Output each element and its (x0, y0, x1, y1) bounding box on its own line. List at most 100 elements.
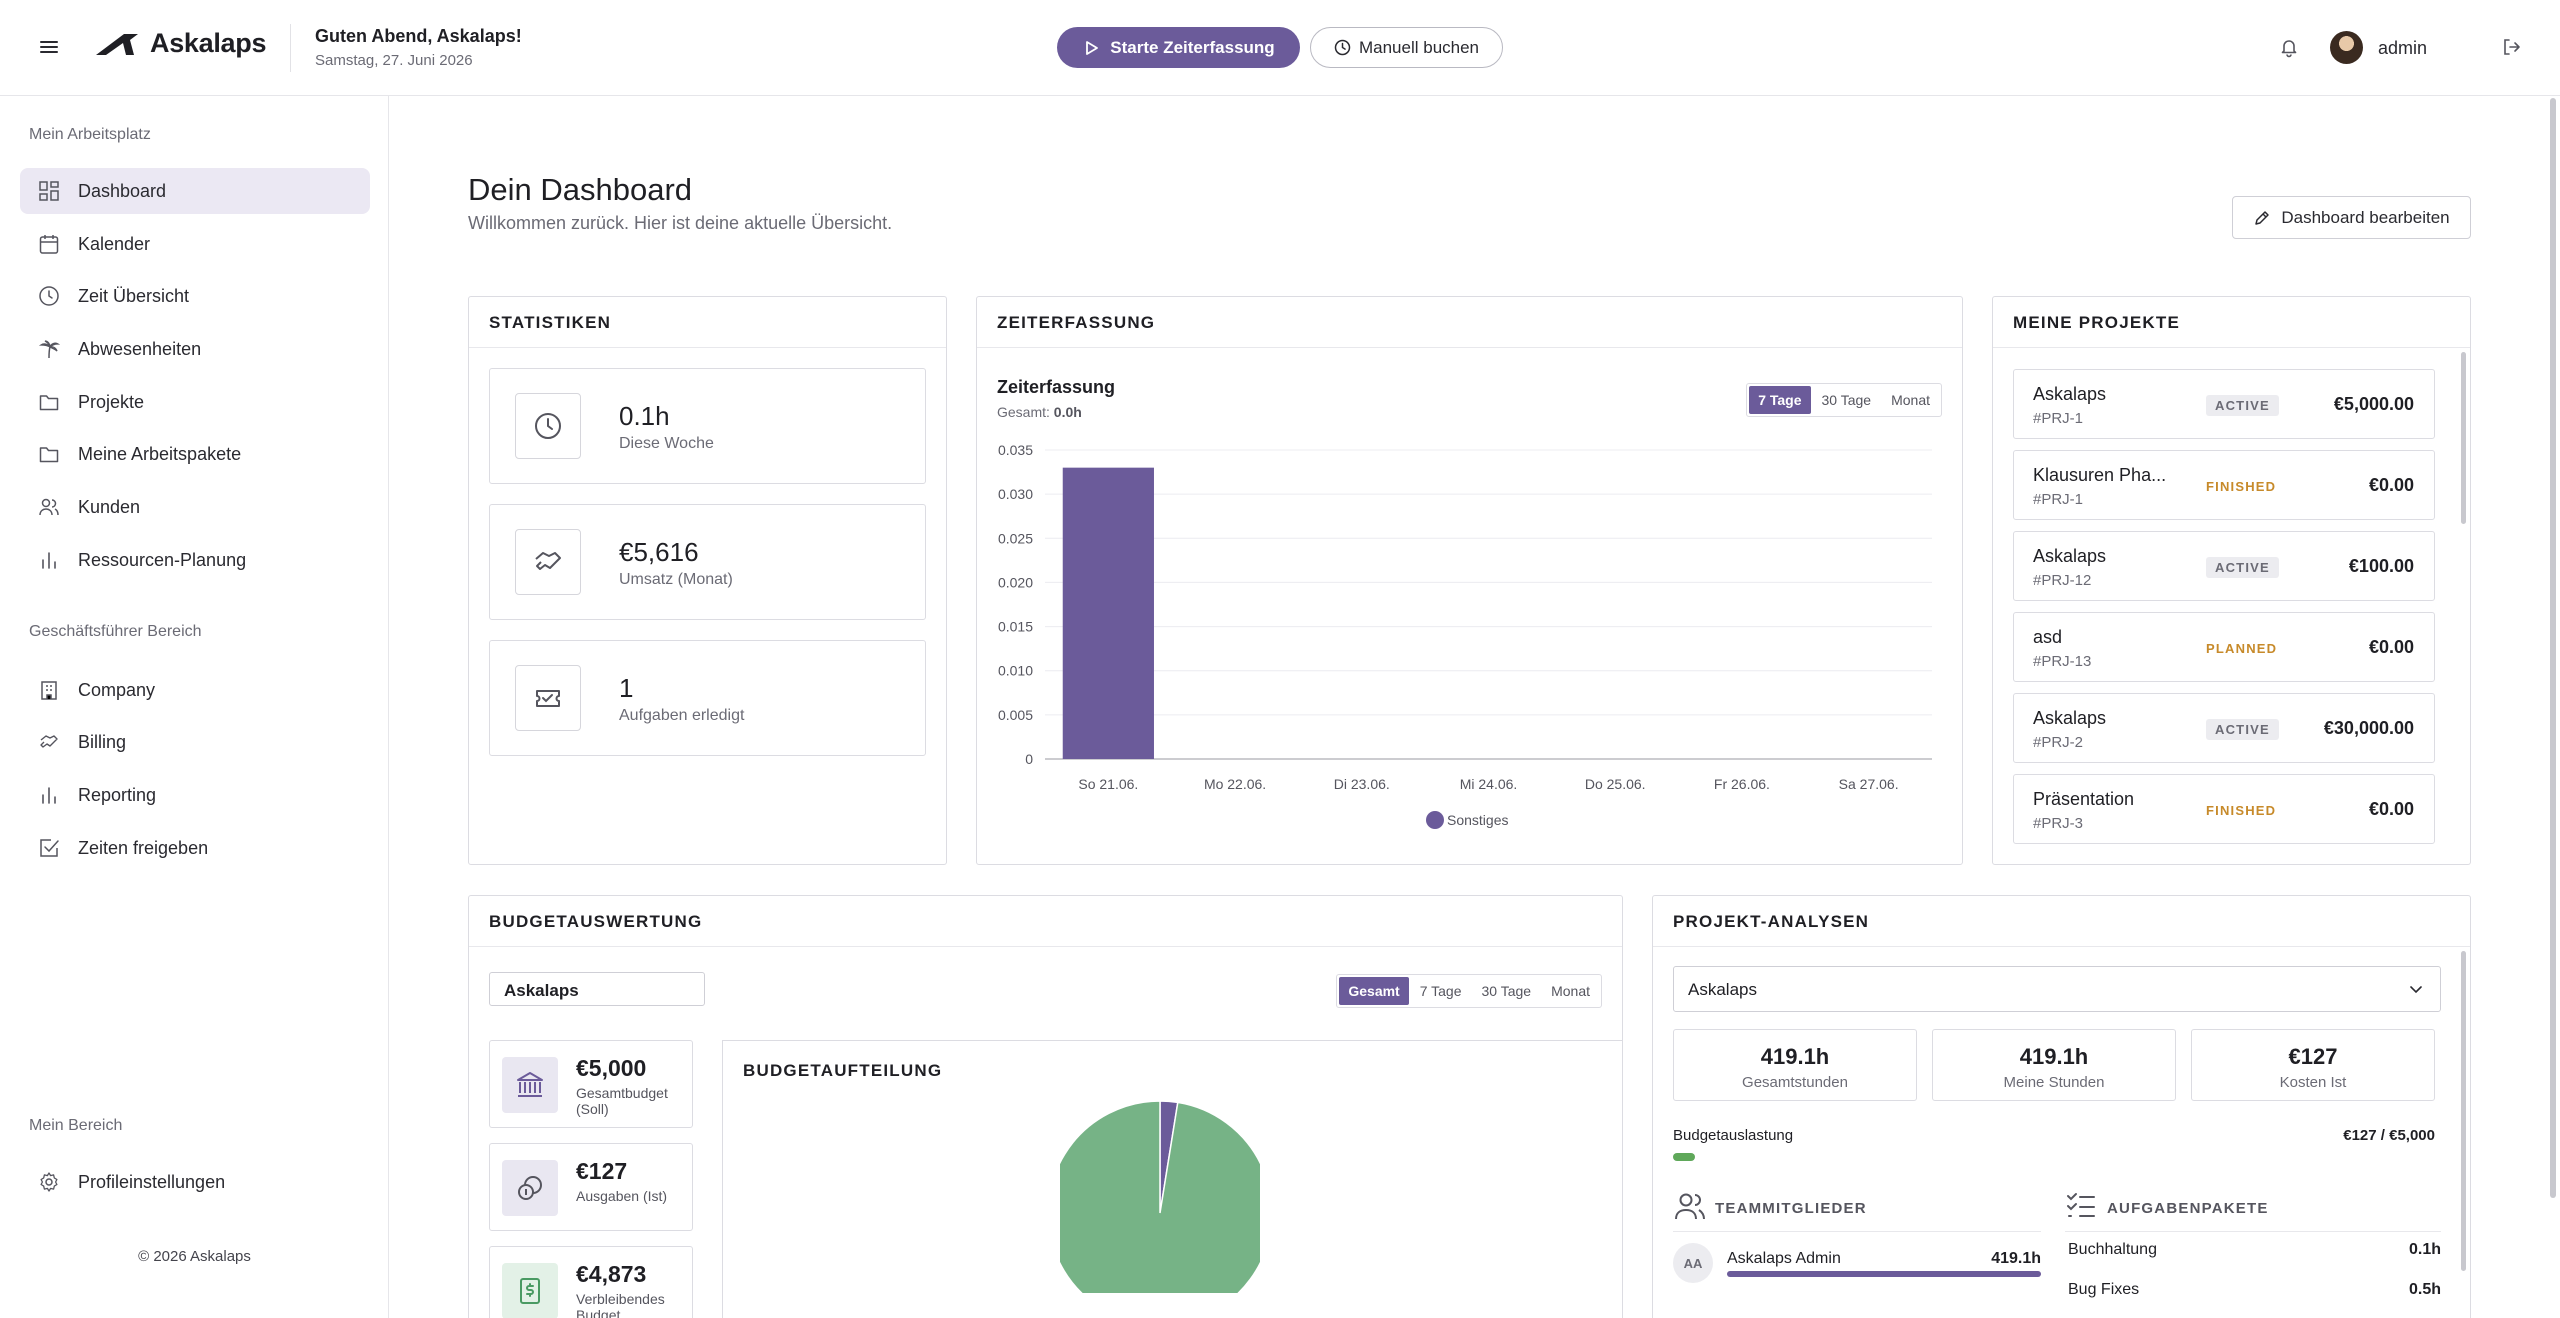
project-list-item[interactable]: Askalaps #PRJ-1 ACTIVE €5,000.00 (2013, 369, 2435, 439)
project-list-item[interactable]: Askalaps #PRJ-2 ACTIVE €30,000.00 (2013, 693, 2435, 763)
project-list-item[interactable]: Präsentation #PRJ-3 FINISHED €0.00 (2013, 774, 2435, 844)
budget-usage-value: €127 / €5,000 (2343, 1127, 2435, 1144)
header-divider (290, 24, 291, 72)
calendar-icon (39, 235, 59, 254)
project-list-item[interactable]: asd #PRJ-13 PLANNED €0.00 (2013, 612, 2435, 682)
logout-icon[interactable] (2500, 36, 2522, 58)
range-month[interactable]: Monat (1882, 386, 1939, 414)
project-amount: €0.00 (2368, 637, 2414, 657)
stat-label: Diese Woche (619, 435, 714, 452)
project-name: asd (2033, 627, 2063, 647)
analysis-project-selected: Askalaps (1688, 980, 1757, 999)
stat-tasks-done: 1 Aufgaben erledigt (489, 640, 926, 756)
task-list-icon (2067, 1193, 2095, 1217)
y-tick-label: 0.015 (998, 619, 1033, 635)
sidebar-item-company[interactable]: Company (20, 667, 370, 713)
sidebar-section-management: Geschäftsführer Bereich (29, 623, 202, 640)
sidebar-item-projects[interactable]: Projekte (20, 379, 370, 425)
brand-name: Askalaps (150, 28, 267, 58)
card-divider (469, 347, 946, 348)
x-tick-label: Mi 24.06. (1460, 776, 1518, 792)
budget-distribution-panel: BUDGETAUFTEILUNG (722, 1040, 1622, 1318)
copyright-footer: © 2026 Askalaps (138, 1248, 251, 1265)
edit-dashboard-button[interactable]: Dashboard bearbeiten (2232, 196, 2471, 239)
project-status-badge: FINISHED (2206, 479, 2277, 494)
x-tick-label: Fr 26.06. (1714, 776, 1770, 792)
sidebar-item-time-overview[interactable]: Zeit Übersicht (20, 273, 370, 319)
stat-week-hours: 0.1h Diese Woche (489, 368, 926, 484)
sidebar-item-dashboard[interactable]: Dashboard (20, 168, 370, 214)
user-avatar[interactable] (2330, 31, 2363, 64)
start-time-tracking-button[interactable]: Starte Zeiterfassung (1057, 27, 1300, 68)
team-icon (1675, 1193, 1705, 1220)
sidebar-item-approve-times[interactable]: Zeiten freigeben (20, 825, 370, 871)
bar-chart-icon (42, 787, 56, 804)
project-name: Askalaps (2033, 546, 2107, 566)
sidebar-item-customers[interactable]: Kunden (20, 484, 370, 530)
kpi-value: €127 (2288, 1044, 2338, 1069)
kpi-value: 419.1h (2019, 1044, 2089, 1069)
y-tick-label: 0 (1025, 751, 1033, 767)
manual-booking-button[interactable]: Manuell buchen (1310, 27, 1503, 68)
packages-divider (2065, 1231, 2441, 1232)
project-analysis-card: PROJEKT-ANALYSEN Askalaps 419.1h Gesamts… (1652, 895, 2471, 1318)
budget-usage-label: Budgetauslastung (1673, 1127, 1794, 1144)
sidebar-item-work-packages[interactable]: Meine Arbeitspakete (20, 431, 370, 477)
legend-label: Sonstiges (1447, 812, 1508, 828)
page-subtitle: Willkommen zurück. Hier ist deine aktuel… (468, 213, 893, 233)
kpi-actual-cost: €127 Kosten Ist (2191, 1029, 2435, 1101)
sidebar-item-absences[interactable]: Abwesenheiten (20, 326, 370, 372)
range-total[interactable]: Gesamt (1339, 977, 1409, 1005)
hamburger-menu-icon[interactable] (36, 34, 62, 60)
analysis-scrollbar[interactable] (2461, 951, 2466, 1271)
task-package-name: Buchhaltung (2068, 1241, 2157, 1258)
sidebar-item-label: Kalender (78, 233, 151, 254)
analysis-project-select[interactable]: Askalaps (1673, 966, 2441, 1012)
x-tick-label: Do 25.06. (1585, 776, 1646, 792)
chart-bar (1062, 467, 1154, 759)
project-list-item[interactable]: Askalaps #PRJ-12 ACTIVE €100.00 (2013, 531, 2435, 601)
check-square-icon (40, 839, 59, 857)
brand-logo[interactable]: Askalaps (94, 28, 266, 59)
project-list-item[interactable]: Klausuren Pha... #PRJ-1 FINISHED €0.00 (2013, 450, 2435, 520)
sidebar-item-billing[interactable]: Billing (20, 719, 370, 765)
brand-mark-icon (96, 33, 138, 55)
sidebar-section-workspace: Mein Arbeitsplatz (29, 126, 151, 143)
budget-label: Verbleibendes Budget (576, 1291, 665, 1318)
team-member-avatar: AA (1673, 1243, 1713, 1283)
range-month[interactable]: Monat (1542, 977, 1599, 1005)
user-name[interactable]: admin (2378, 38, 2427, 59)
y-tick-label: 0.020 (998, 574, 1033, 590)
task-package-hours: 0.5h (2408, 1281, 2441, 1298)
team-member-bar-fill (1727, 1271, 2041, 1277)
x-tick-label: Di 23.06. (1334, 776, 1390, 792)
budget-project-select[interactable]: Askalaps (489, 972, 705, 1006)
sidebar-item-calendar[interactable]: Kalender (20, 221, 370, 267)
notification-bell-icon[interactable] (2278, 36, 2300, 58)
sidebar-item-resource-planning[interactable]: Ressourcen-Planung (20, 537, 370, 583)
y-tick-label: 0.010 (998, 663, 1033, 679)
my-projects-card-title: MEINE PROJEKTE (2013, 313, 2180, 332)
y-tick-label: 0.030 (998, 486, 1033, 502)
project-name: Askalaps (2033, 708, 2107, 728)
team-member-hours: 419.1h (1991, 1250, 2041, 1267)
range-7-days[interactable]: 7 Tage (1749, 386, 1811, 414)
team-member-bar (1727, 1271, 2041, 1277)
task-package-name: Bug Fixes (2068, 1281, 2140, 1298)
sidebar-item-reporting[interactable]: Reporting (20, 772, 370, 818)
chart-total-value: 0.0h (1053, 404, 1082, 420)
time-tracking-bar-chart: 0 0.005 0.010 0.015 0.020 0.025 0.030 0.035 So 2… (998, 442, 1932, 829)
sidebar-item-profile-settings[interactable]: Profileinstellungen (20, 1159, 370, 1205)
card-divider (977, 347, 1962, 348)
range-30-days[interactable]: 30 Tage (1813, 386, 1881, 414)
budget-usage-fill (1673, 1153, 1695, 1161)
page-scrollbar[interactable] (2550, 98, 2556, 1198)
project-list-scrollbar[interactable] (2461, 352, 2466, 524)
handshake-icon (515, 529, 581, 595)
stat-monthly-revenue: €5,616 Umsatz (Monat) (489, 504, 926, 620)
sidebar: Mein Arbeitsplatz Dashboard Kalender Zei… (0, 96, 389, 1318)
handshake-icon (40, 735, 58, 748)
range-30-days[interactable]: 30 Tage (1473, 977, 1541, 1005)
kpi-value: 419.1h (1760, 1044, 1830, 1069)
range-7-days[interactable]: 7 Tage (1411, 977, 1471, 1005)
